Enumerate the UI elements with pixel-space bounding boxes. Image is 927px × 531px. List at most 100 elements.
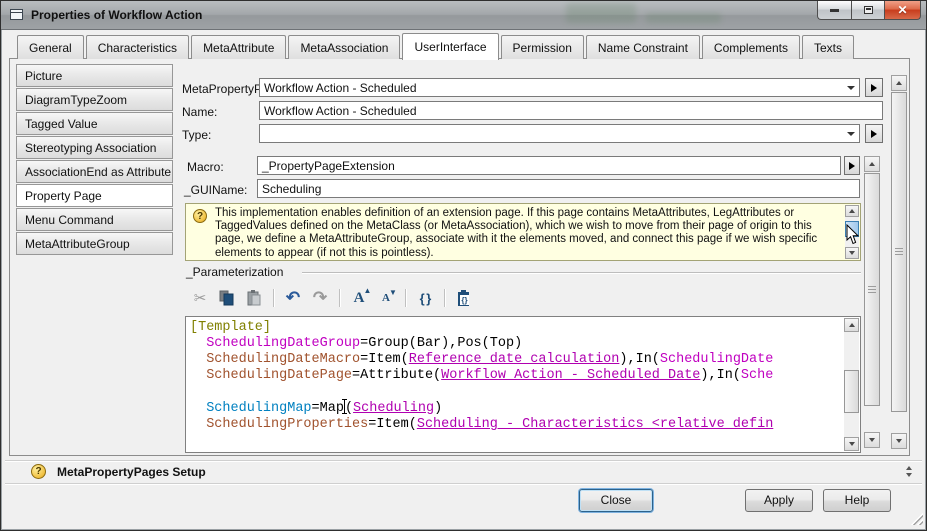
tab-texts[interactable]: Texts [802, 35, 854, 59]
macro-value: _PropertyPageExtension [262, 159, 395, 173]
editor-scrollbar[interactable] [844, 318, 859, 451]
sidebar-item-property-page[interactable]: Property Page [16, 184, 173, 207]
info-text: This implementation enables definition o… [215, 207, 838, 260]
type-combobox[interactable] [259, 124, 860, 143]
sidebar-item-tagged-value[interactable]: Tagged Value [16, 112, 173, 135]
cut-icon[interactable]: ✂ [190, 288, 210, 308]
code-line: [Template] [190, 320, 842, 336]
type-open-button[interactable] [865, 124, 883, 143]
guiname-label: _GUIName: [184, 183, 247, 197]
paste-icon[interactable] [244, 288, 264, 308]
type-label: Type: [182, 128, 211, 142]
text-caret [344, 400, 345, 413]
code-editor[interactable]: [Template] SchedulingDateGroup=Group(Bar… [185, 316, 861, 453]
tab-general[interactable]: General [17, 35, 84, 59]
background-smudge [566, 3, 636, 23]
code-line: SchedulingProperties=Item(Scheduling - C… [190, 417, 842, 433]
increase-font-icon[interactable]: A▲ [349, 288, 369, 308]
apply-button[interactable]: Apply [745, 489, 813, 512]
resize-grip[interactable] [911, 513, 923, 525]
code-token [190, 352, 206, 367]
tab-permission[interactable]: Permission [501, 35, 584, 59]
title-bar[interactable]: Properties of Workflow Action ✕ [1, 1, 926, 30]
redo-icon[interactable]: ↷ [310, 288, 330, 308]
code-editor-content: [Template] SchedulingDateGroup=Group(Bar… [190, 320, 842, 433]
tab-characteristics[interactable]: Characteristics [86, 35, 189, 59]
scroll-up-icon[interactable] [845, 205, 859, 217]
guiname-value: Scheduling [262, 182, 321, 196]
sidebar-item-diagramtypezoom[interactable]: DiagramTypeZoom [16, 88, 173, 111]
undo-icon[interactable]: ↶ [283, 288, 303, 308]
tab-name-constraint[interactable]: Name Constraint [586, 35, 700, 59]
macro-open-button[interactable] [844, 156, 860, 175]
insert-template-icon[interactable]: {} [454, 288, 474, 308]
page-scrollbar[interactable] [891, 75, 907, 449]
scroll-down-icon[interactable] [864, 432, 880, 448]
window-icon [10, 9, 23, 20]
code-token: =Group(Bar),Pos(Top) [360, 336, 522, 351]
scroll-up-icon[interactable] [844, 318, 859, 332]
tab-complements[interactable]: Complements [702, 35, 800, 59]
section-scrollbar-thumb[interactable] [864, 173, 880, 406]
page-scrollbar-thumb[interactable] [891, 92, 907, 412]
code-token[interactable]: Scheduling [353, 401, 434, 416]
setup-bar[interactable]: ? MetaPropertyPages Setup [5, 461, 922, 483]
scroll-down-icon[interactable] [891, 433, 907, 449]
toolbar-separator [273, 289, 274, 307]
meta-property-page-open-button[interactable] [865, 78, 883, 97]
info-box: ? This implementation enables definition… [185, 203, 861, 261]
tab-metaattribute[interactable]: MetaAttribute [191, 35, 286, 59]
code-token: SchedulingProperties [206, 417, 368, 432]
code-token: Sche [741, 368, 773, 383]
toolbar-separator [339, 289, 340, 307]
code-token: SchedulingDate [660, 352, 773, 367]
sidebar-item-metaattributegroup[interactable]: MetaAttributeGroup [16, 232, 173, 255]
code-token[interactable]: Workflow Action - Scheduled Date [441, 368, 700, 383]
chevron-down-icon[interactable] [844, 125, 857, 142]
sidebar-item-menu-command[interactable]: Menu Command [16, 208, 173, 231]
code-token: =Item( [360, 352, 409, 367]
code-token: ),In( [619, 352, 660, 367]
minimize-button[interactable] [817, 1, 851, 20]
code-token[interactable]: Scheduling - Characteristics <relative d… [417, 417, 773, 432]
sidebar-item-stereotyping-association[interactable]: Stereotyping Association [16, 136, 173, 159]
tab-metaassociation[interactable]: MetaAssociation [288, 35, 400, 59]
scroll-down-icon[interactable] [845, 247, 859, 259]
decrease-font-icon[interactable]: A▼ [376, 288, 396, 308]
parameterization-label: _Parameterization [186, 265, 283, 279]
restore-button[interactable] [851, 1, 885, 20]
guiname-input[interactable]: Scheduling [257, 179, 860, 198]
scroll-up-icon[interactable] [864, 156, 880, 172]
close-button[interactable]: Close [579, 489, 653, 512]
help-button[interactable]: Help [823, 489, 891, 512]
minimize-icon [830, 9, 839, 12]
restore-icon [864, 6, 873, 14]
code-line: SchedulingMap=Map(Scheduling) [190, 400, 842, 417]
code-token[interactable]: Reference date calculation [409, 352, 620, 367]
code-token: SchedulingDatePage [206, 368, 352, 383]
tab-userinterface[interactable]: UserInterface [402, 33, 498, 60]
sidebar-item-picture[interactable]: Picture [16, 64, 173, 87]
macro-label: Macro: [187, 160, 224, 174]
tab-content-panel: PictureDiagramTypeZoomTagged ValueStereo… [9, 58, 910, 456]
name-input[interactable]: Workflow Action - Scheduled [259, 101, 883, 120]
code-token [190, 336, 206, 351]
code-token: SchedulingMap [206, 401, 311, 416]
code-line: SchedulingDateMacro=Item(Reference date … [190, 352, 842, 368]
section-scrollbar[interactable] [864, 156, 880, 448]
window-controls: ✕ [817, 1, 921, 20]
braces-icon[interactable]: { } [415, 288, 435, 308]
macro-input[interactable]: _PropertyPageExtension [257, 156, 841, 175]
sidebar-item-associationend-as-attribute[interactable]: AssociationEnd as Attribute [16, 160, 173, 183]
chevron-down-icon[interactable] [844, 79, 857, 96]
meta-property-page-combobox[interactable]: Workflow Action - Scheduled [259, 78, 860, 97]
scroll-up-icon[interactable] [891, 75, 907, 91]
copy-icon[interactable] [217, 288, 237, 308]
collapse-toggle[interactable] [906, 466, 912, 477]
scroll-down-icon[interactable] [844, 437, 859, 451]
close-window-button[interactable]: ✕ [885, 1, 921, 20]
background-smudge [646, 13, 721, 23]
code-token [190, 401, 206, 416]
code-token: =Map [312, 401, 344, 416]
editor-scrollbar-thumb[interactable] [844, 370, 859, 413]
